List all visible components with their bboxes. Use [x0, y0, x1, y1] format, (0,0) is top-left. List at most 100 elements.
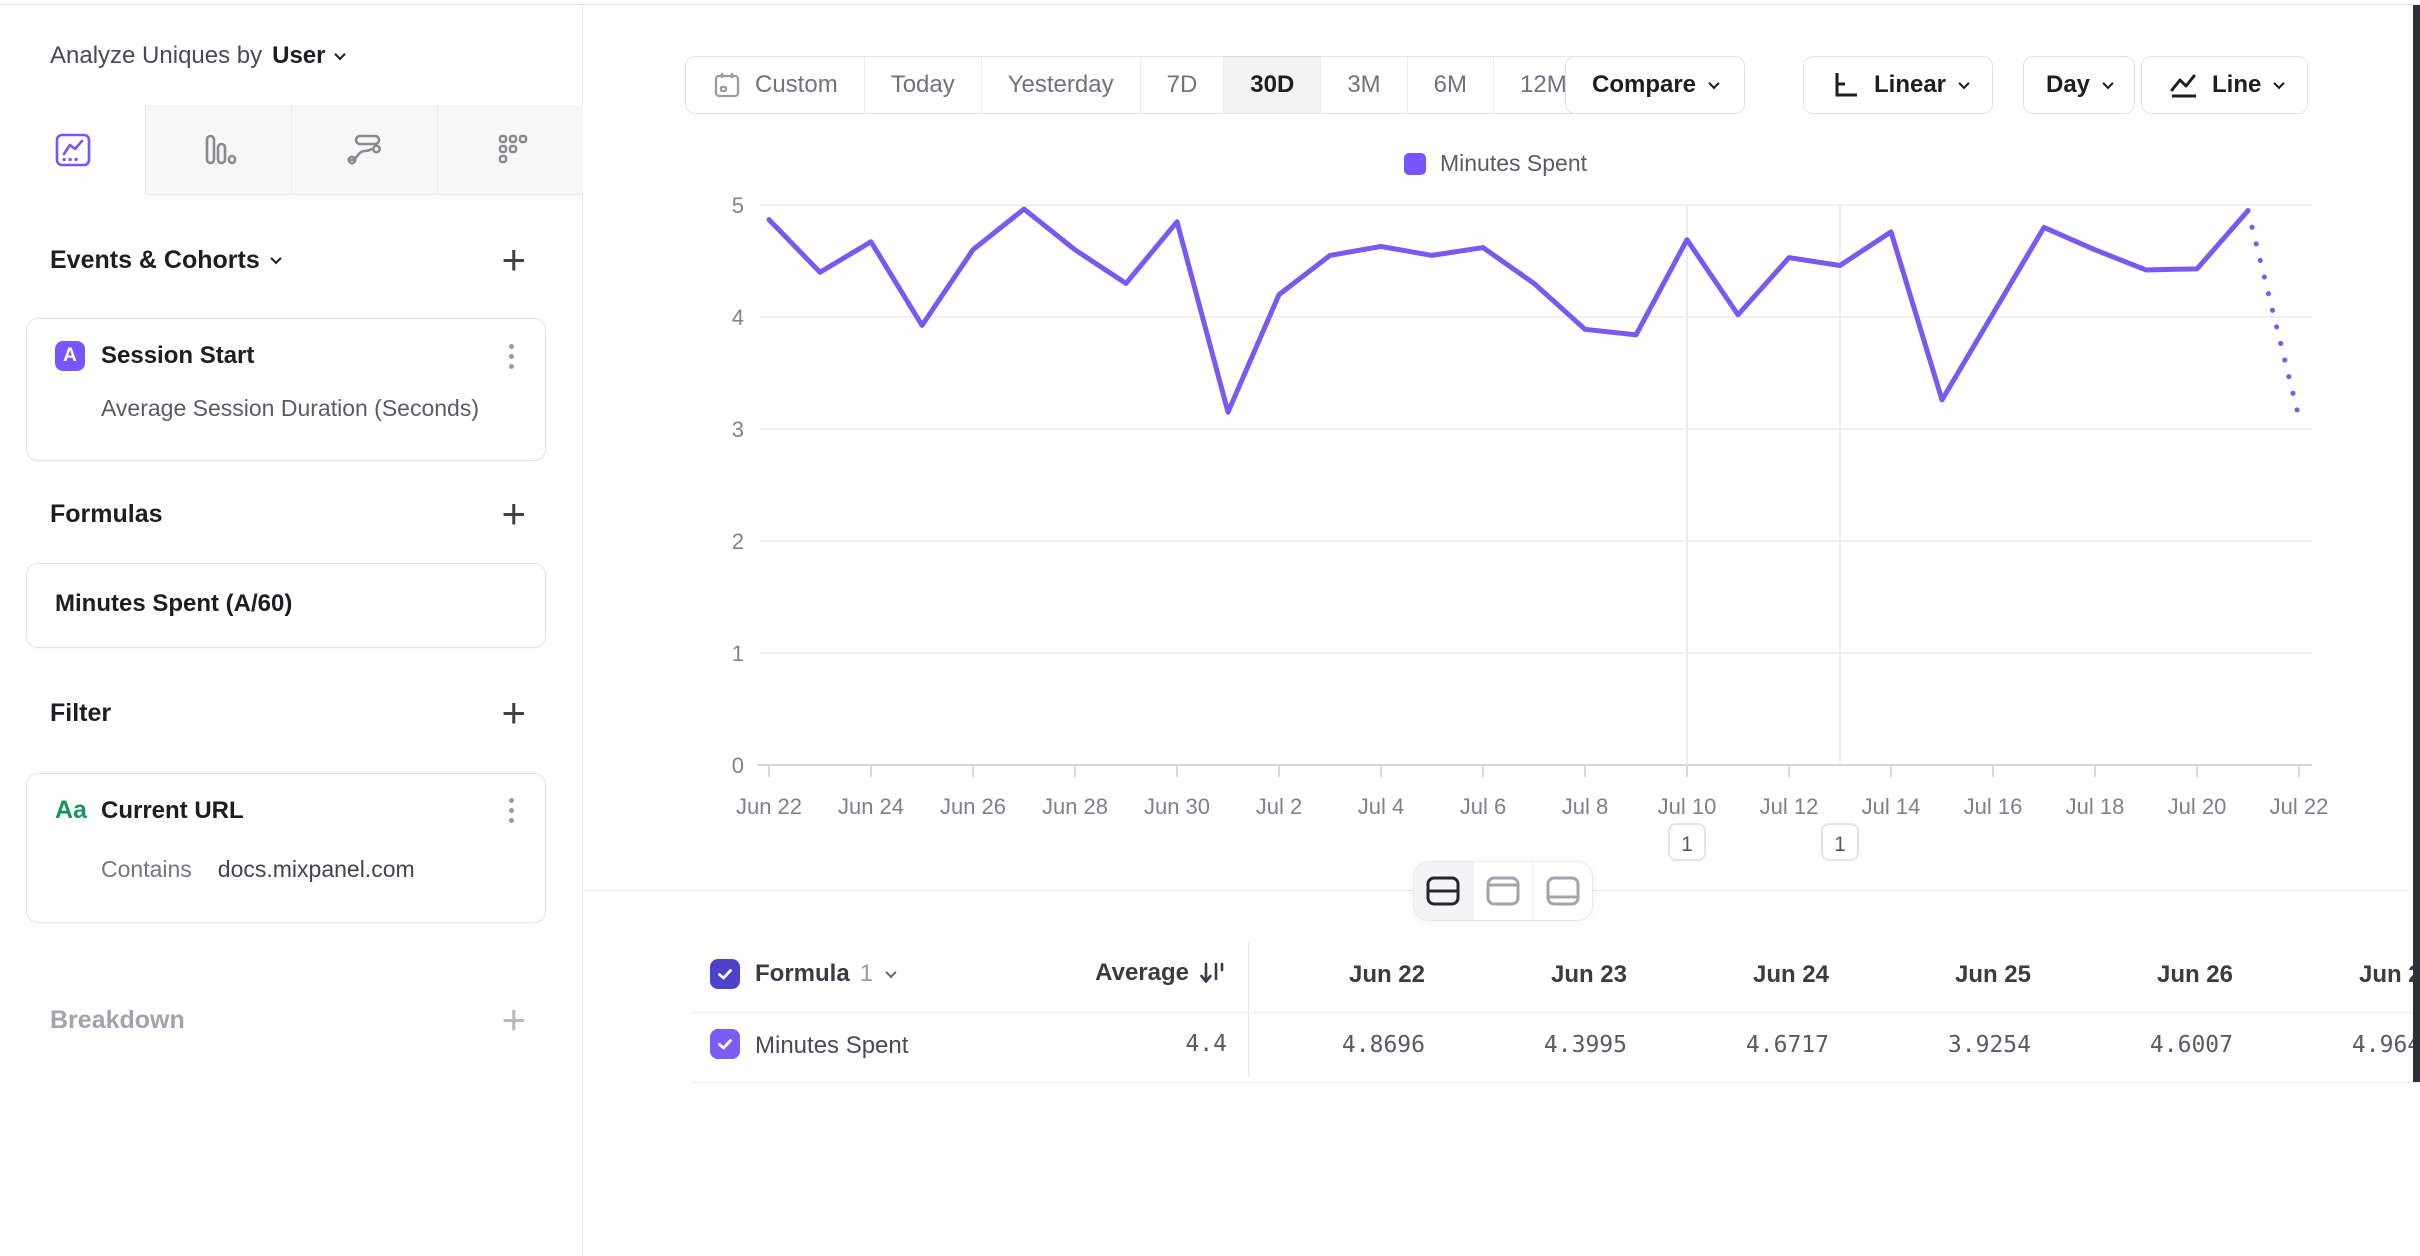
analyze-uniques-control[interactable]: Analyze Uniques by User — [50, 33, 344, 79]
formula-header-label: Formula — [755, 960, 850, 988]
x-axis-label: Jun 30 — [1144, 794, 1210, 819]
date-range-control: CustomTodayYesterday7D30D3M6M12M — [685, 56, 1594, 114]
date-range-yesterday[interactable]: Yesterday — [982, 57, 1141, 113]
kebab-menu-icon[interactable] — [501, 344, 521, 369]
compare-button[interactable]: Compare — [1565, 56, 1745, 114]
date-range-30d[interactable]: 30D — [1224, 57, 1321, 113]
date-range-3m[interactable]: 3M — [1321, 57, 1407, 113]
date-range-6m[interactable]: 6M — [1408, 57, 1494, 113]
x-axis-label: Jul 8 — [1562, 794, 1608, 819]
table-col-header[interactable]: Jun 25 — [1831, 961, 2031, 989]
average-value: 4.4 — [903, 1031, 1227, 1057]
table-cell: 4.9640 — [2235, 1032, 2420, 1058]
analyze-label: Analyze Uniques by — [50, 42, 262, 70]
average-column-header[interactable]: Average — [903, 958, 1227, 988]
table-col-header[interactable]: Jun 22 — [1225, 961, 1425, 989]
filter-value[interactable]: docs.mixpanel.com — [218, 856, 415, 883]
formulas-section-title: Formulas — [50, 500, 163, 529]
svg-text:3: 3 — [732, 417, 744, 442]
layout-toggle — [1413, 861, 1593, 921]
header-row-border — [690, 1012, 2420, 1013]
metrics-tab-icon — [491, 130, 531, 170]
chart-type-label: Line — [2212, 71, 2261, 99]
tab-flow[interactable] — [292, 105, 438, 194]
table-col-header[interactable]: Jun 27 — [2235, 961, 2420, 989]
series-row-label[interactable]: Minutes Spent — [755, 1032, 908, 1060]
event-card[interactable]: A Session Start Average Session Duration… — [26, 318, 546, 461]
table-col-header[interactable]: Jun 24 — [1629, 961, 1829, 989]
layout-split-button[interactable] — [1414, 862, 1474, 920]
filter-card[interactable]: Aa Current URL Contains docs.mixpanel.co… — [26, 773, 546, 923]
query-builder-sidebar: Analyze Uniques by User — [0, 5, 583, 1256]
x-axis-label: Jun 24 — [838, 794, 904, 819]
date-range-today[interactable]: Today — [865, 57, 982, 113]
table-cell: 4.6007 — [2033, 1032, 2233, 1058]
x-axis-label: Jul 18 — [2066, 794, 2125, 819]
chevron-down-icon — [885, 967, 896, 978]
date-range-custom[interactable]: Custom — [686, 57, 865, 113]
table-cell: 4.3995 — [1427, 1032, 1627, 1058]
formula-card[interactable]: Minutes Spent (A/60) — [26, 563, 546, 648]
add-filter-button[interactable]: + — [501, 698, 526, 728]
svg-text:4: 4 — [732, 305, 744, 330]
chevron-down-icon — [2102, 78, 2113, 89]
chevron-down-icon — [1958, 78, 1969, 89]
breakdown-section-title: Breakdown — [50, 1006, 185, 1035]
event-name[interactable]: Session Start — [101, 342, 485, 370]
filter-property-name[interactable]: Current URL — [101, 797, 485, 825]
insights-report-page: Analyze Uniques by User — [0, 0, 2420, 1256]
table-cell: 4.8696 — [1225, 1032, 1425, 1058]
analyze-value[interactable]: User — [272, 42, 325, 70]
select-all-checkbox[interactable] — [710, 959, 740, 989]
layout-table-button[interactable] — [1533, 862, 1592, 920]
formula-column-header[interactable]: Formula 1 — [755, 960, 895, 988]
filter-section-title: Filter — [50, 699, 111, 728]
svg-text:2: 2 — [732, 529, 744, 554]
svg-text:1: 1 — [1834, 833, 1846, 856]
table-col-header[interactable]: Jun 26 — [2033, 961, 2233, 989]
sort-desc-icon[interactable] — [1197, 958, 1227, 988]
filter-section-header: Filter + — [50, 698, 526, 728]
x-axis-label: Jun 26 — [940, 794, 1006, 819]
tab-bar-chart[interactable] — [146, 105, 292, 194]
svg-text:1: 1 — [1681, 833, 1693, 856]
line-chart[interactable]: 012345Jun 22Jun 24Jun 26Jun 28Jun 30Jul … — [583, 120, 2408, 890]
add-breakdown-button[interactable]: + — [501, 1005, 526, 1035]
chevron-down-icon — [270, 253, 281, 264]
x-axis-label: Jun 28 — [1042, 794, 1108, 819]
chart-type-button[interactable]: Line — [2141, 56, 2308, 114]
flow-tab-icon — [345, 130, 385, 170]
linear-axis-icon — [1828, 68, 1862, 102]
tab-metrics[interactable] — [438, 105, 583, 194]
add-event-button[interactable]: + — [501, 245, 526, 275]
x-axis-label: Jul 20 — [2168, 794, 2227, 819]
chevron-down-icon — [2274, 78, 2285, 89]
tab-line-chart[interactable] — [0, 105, 146, 195]
add-formula-button[interactable]: + — [501, 499, 526, 529]
x-axis-label: Jul 22 — [2270, 794, 2329, 819]
chevron-down-icon — [334, 49, 345, 60]
x-axis-label: Jul 12 — [1760, 794, 1819, 819]
event-aggregation[interactable]: Average Session Duration (Seconds) — [101, 395, 479, 422]
x-axis-label: Jul 10 — [1658, 794, 1717, 819]
calendar-icon — [712, 70, 742, 100]
events-section-title[interactable]: Events & Cohorts — [50, 246, 280, 275]
data-row-border — [690, 1082, 2420, 1083]
granularity-button[interactable]: Day — [2023, 56, 2135, 114]
x-axis-label: Jul 6 — [1460, 794, 1506, 819]
filter-operator[interactable]: Contains — [101, 856, 192, 883]
scale-button[interactable]: Linear — [1803, 56, 1993, 114]
date-range-7d[interactable]: 7D — [1141, 57, 1225, 113]
kebab-menu-icon[interactable] — [501, 798, 521, 823]
layout-chart-button[interactable] — [1474, 862, 1534, 920]
visualization-tabs — [0, 105, 583, 195]
x-axis-label: Jul 16 — [1964, 794, 2023, 819]
row-checkbox[interactable] — [710, 1029, 740, 1059]
x-axis-label: Jul 14 — [1862, 794, 1921, 819]
average-header-label: Average — [1095, 959, 1189, 987]
chevron-down-icon — [1708, 78, 1719, 89]
table-col-header[interactable]: Jun 23 — [1427, 961, 1627, 989]
svg-text:1: 1 — [732, 641, 744, 666]
formula-name[interactable]: Minutes Spent (A/60) — [55, 590, 521, 618]
formulas-section-header: Formulas + — [50, 499, 526, 529]
